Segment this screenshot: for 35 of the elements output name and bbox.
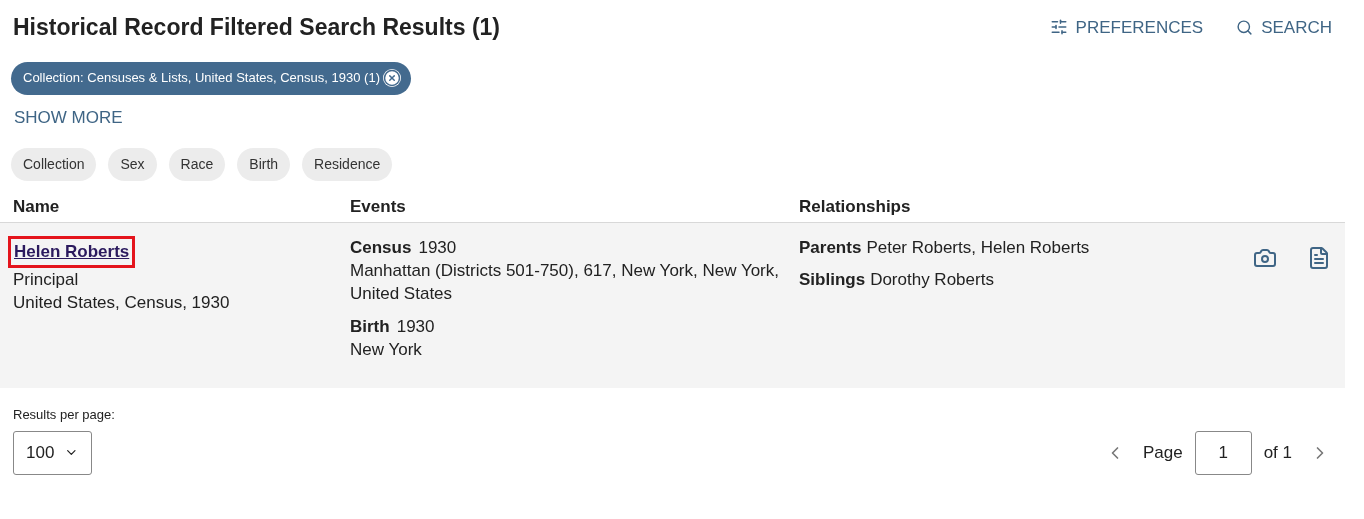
event-type: Birth — [350, 316, 390, 338]
per-page-dropdown[interactable]: 100 — [13, 430, 92, 475]
event-place: New York — [350, 339, 423, 361]
preferences-button[interactable]: PREFERENCES — [1049, 14, 1204, 40]
filter-chip[interactable]: Race — [168, 148, 226, 181]
filter-chip[interactable]: Birth — [237, 148, 291, 181]
page-label: Page — [1142, 441, 1183, 464]
document-icon[interactable] — [1307, 246, 1331, 270]
filter-tag-label: Collection: Censuses & Lists, United States, Census, 1930 (1) — [23, 69, 380, 88]
filter-chip[interactable]: Sex — [108, 148, 157, 181]
event-year: 1930 — [396, 316, 435, 338]
camera-icon[interactable] — [1253, 246, 1277, 270]
filter-chip[interactable]: Collection — [11, 148, 97, 181]
search-icon — [1236, 18, 1254, 36]
relationship-type: Parents — [799, 237, 862, 259]
per-page-label: Results per page: — [13, 406, 115, 424]
column-header: Name — [13, 195, 61, 218]
page-count: of 1 — [1263, 441, 1292, 464]
search-button[interactable]: SEARCH — [1236, 14, 1332, 40]
page-title: Historical Record Filtered Search Results (1) — [13, 13, 500, 42]
filter-chip[interactable]: Residence — [302, 148, 393, 181]
event-type: Census — [350, 237, 412, 259]
page-input[interactable]: 1 — [1194, 430, 1252, 475]
sliders-icon — [1049, 18, 1068, 37]
record-role: Principal — [13, 268, 79, 291]
event-place: Manhattan (Districts 501-750), 617, New York, New York, United States — [350, 260, 780, 305]
relationship-names: Peter Roberts, Helen Roberts — [866, 237, 1090, 259]
column-header: Events — [350, 195, 407, 218]
column-header: Relationships — [799, 195, 912, 218]
relationship-type: Siblings — [799, 269, 866, 291]
record-collection: United States, Census, 1930 — [13, 291, 230, 314]
relationship-names: Dorothy Roberts — [870, 269, 994, 291]
show-more-link[interactable]: SHOW MORE — [14, 104, 123, 130]
record-name-link[interactable]: Helen Roberts — [8, 236, 136, 268]
event-year: 1930 — [418, 237, 457, 259]
